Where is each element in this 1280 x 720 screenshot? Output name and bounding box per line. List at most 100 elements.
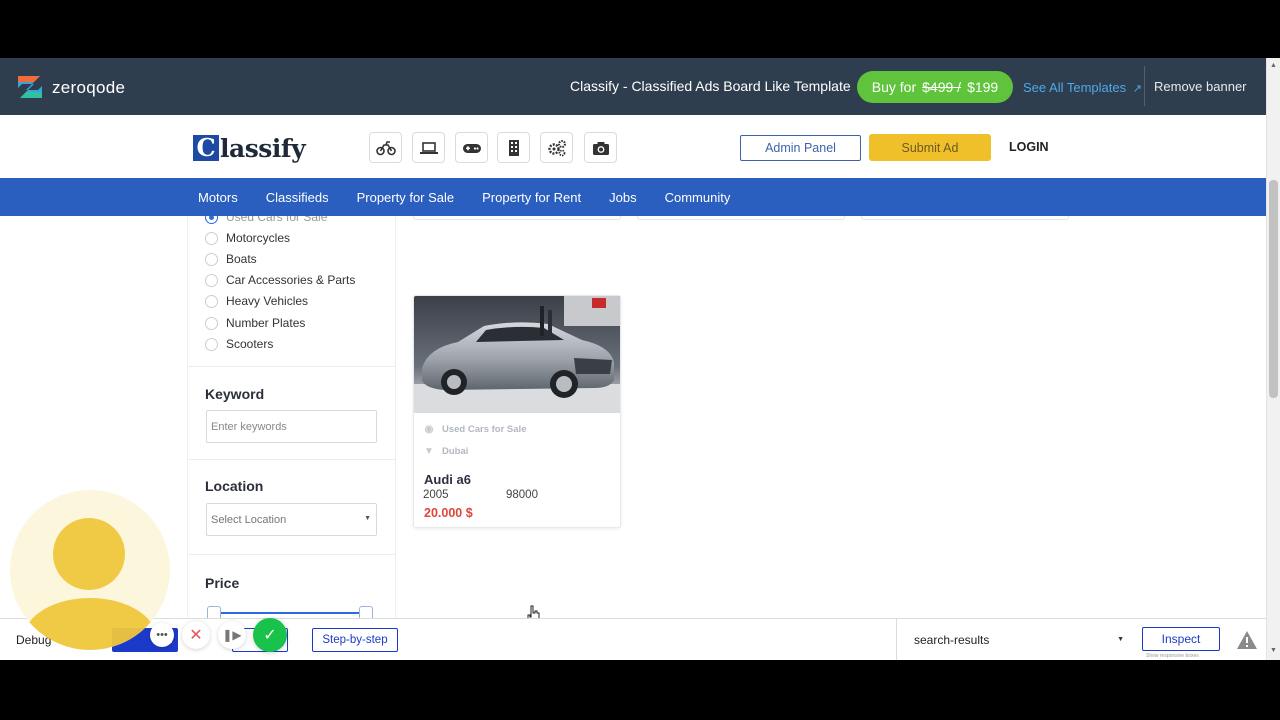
banner-divider xyxy=(1144,66,1145,106)
subcategory-label: Scooters xyxy=(226,337,274,351)
building-icon xyxy=(508,139,519,156)
nav-item-community[interactable]: Community xyxy=(665,190,731,205)
site-header: C lassify Admin Panel Submit Ad LOGIN xyxy=(0,115,1266,178)
nav-item-property-for-sale[interactable]: Property for Sale xyxy=(357,190,455,205)
dropdown-arrow-icon: ▼ xyxy=(1117,636,1124,643)
zeroqode-brand-text: zeroqode xyxy=(52,78,126,97)
location-select[interactable]: Select Location ▼ xyxy=(206,503,377,536)
nav-item-classifieds[interactable]: Classifieds xyxy=(266,190,329,205)
logo-text: lassify xyxy=(220,133,306,163)
subcategory-label: Heavy Vehicles xyxy=(226,294,309,308)
listing-title[interactable]: Audi a6 xyxy=(424,472,471,487)
price-range-track[interactable] xyxy=(214,612,366,614)
banner-title: Classify - Classified Ads Board Like Tem… xyxy=(570,78,851,94)
subcategory-label: Motorcycles xyxy=(226,231,291,245)
hand-cursor-icon xyxy=(527,605,540,618)
radio-icon[interactable] xyxy=(205,231,218,245)
scrollbar-thumb[interactable] xyxy=(1269,180,1278,398)
see-all-templates-link[interactable]: See All Templates ↗ xyxy=(1023,80,1142,95)
listing-location: ▼ Dubai xyxy=(424,446,468,457)
map-pin-icon: ▼ xyxy=(424,446,434,457)
step-by-step-button[interactable]: Step-by-step xyxy=(312,628,398,652)
nav-item-jobs[interactable]: Jobs xyxy=(609,190,636,205)
play-icon[interactable]: ❚▶ xyxy=(218,621,246,649)
submit-ad-button[interactable]: Submit Ad xyxy=(869,134,991,161)
radio-icon[interactable] xyxy=(205,316,218,330)
login-link[interactable]: LOGIN xyxy=(1009,140,1049,154)
subcategory-option[interactable]: Scooters xyxy=(205,336,273,352)
subcategory-option[interactable]: Used Cars for Sale xyxy=(205,216,327,225)
radio-icon[interactable] xyxy=(205,273,218,287)
listing-category-label: Used Cars for Sale xyxy=(442,424,527,435)
zeroqode-logo-icon xyxy=(18,76,42,98)
buy-template-button[interactable]: Buy for $499 / $199 xyxy=(857,71,1013,103)
inspect-button[interactable]: Inspect xyxy=(1142,627,1220,651)
category-services-button[interactable] xyxy=(540,132,573,163)
buy-new-price: $199 xyxy=(967,79,999,95)
category-property-button[interactable] xyxy=(497,132,530,163)
close-icon[interactable]: ✕ xyxy=(182,621,210,649)
category-dot-icon: ◉ xyxy=(424,424,434,435)
listing-category: ◉ Used Cars for Sale xyxy=(424,424,527,435)
laptop-icon xyxy=(419,141,438,154)
more-options-icon[interactable]: ••• xyxy=(150,623,174,647)
sidebar-divider xyxy=(188,366,395,367)
price-max-handle[interactable] xyxy=(359,606,373,618)
page-content: Used Cars for Sale Motorcycles Boats Car… xyxy=(0,216,1266,618)
listing-year: 2005 xyxy=(423,489,449,501)
checkmark-icon[interactable]: ✓ xyxy=(253,618,287,652)
car-photo xyxy=(414,296,620,413)
category-camera-button[interactable] xyxy=(584,132,617,163)
admin-panel-button[interactable]: Admin Panel xyxy=(740,135,861,161)
radio-icon[interactable] xyxy=(205,294,218,308)
listing-card-partial[interactable] xyxy=(413,216,621,220)
location-placeholder: Select Location xyxy=(211,513,287,526)
sidebar-divider xyxy=(188,459,395,460)
motorcycle-icon xyxy=(375,140,396,155)
warning-icon[interactable] xyxy=(1236,630,1258,650)
subcategory-option[interactable]: Car Accessories & Parts xyxy=(205,272,355,288)
dropdown-arrow-icon: ▼ xyxy=(364,515,371,522)
price-heading: Price xyxy=(205,575,240,591)
listing-card-partial[interactable] xyxy=(861,216,1069,220)
logo-letter: C xyxy=(193,135,219,161)
radio-icon[interactable] xyxy=(205,337,218,351)
debugger-divider xyxy=(896,619,897,660)
subcategory-label: Used Cars for Sale xyxy=(226,216,328,224)
classify-logo[interactable]: C lassify xyxy=(193,133,306,163)
subcategory-label: Boats xyxy=(226,252,257,266)
remove-banner-link[interactable]: Remove banner xyxy=(1154,79,1247,94)
subcategory-label: Car Accessories & Parts xyxy=(226,273,356,287)
radio-selected-icon[interactable] xyxy=(205,216,218,224)
external-link-icon: ↗ xyxy=(1132,83,1142,95)
scroll-down-arrow-icon[interactable]: ▼ xyxy=(1270,647,1277,654)
filter-sidebar: Used Cars for Sale Motorcycles Boats Car… xyxy=(187,216,396,618)
category-gaming-button[interactable] xyxy=(455,132,488,163)
scroll-up-arrow-icon[interactable]: ▲ xyxy=(1270,62,1277,69)
subcategory-option[interactable]: Number Plates xyxy=(205,315,305,331)
price-min-handle[interactable] xyxy=(207,606,221,618)
avatar-body xyxy=(24,598,156,650)
keyword-input[interactable] xyxy=(206,410,377,443)
camera-icon xyxy=(592,141,609,155)
category-electronics-button[interactable] xyxy=(412,132,445,163)
browser-viewport: zeroqode Classify - Classified Ads Board… xyxy=(0,58,1280,660)
subcategory-option[interactable]: Motorcycles xyxy=(205,230,290,246)
subcategory-label: Number Plates xyxy=(226,316,306,330)
buy-label: Buy for xyxy=(871,79,917,95)
nav-item-property-for-rent[interactable]: Property for Rent xyxy=(482,190,581,205)
buy-price-separator: / xyxy=(957,79,962,95)
nav-item-motors[interactable]: Motors xyxy=(198,190,238,205)
element-selector[interactable]: search-results ▼ xyxy=(906,628,1132,652)
subcategory-option[interactable]: Boats xyxy=(205,251,257,267)
listing-card-partial[interactable] xyxy=(637,216,845,220)
listing-card[interactable]: ◉ Used Cars for Sale ▼ Dubai Audi a6 200… xyxy=(413,295,621,528)
page-scrollbar[interactable]: ▲ ▼ xyxy=(1266,58,1280,660)
subcategory-option[interactable]: Heavy Vehicles xyxy=(205,293,308,309)
see-all-label: See All Templates xyxy=(1023,80,1127,95)
radio-icon[interactable] xyxy=(205,252,218,266)
buy-old-price-value: $499 xyxy=(922,79,954,95)
category-motorcycle-button[interactable] xyxy=(369,132,402,163)
promo-banner: zeroqode Classify - Classified Ads Board… xyxy=(0,58,1280,115)
inspect-hint: Show responsive boxes xyxy=(1146,653,1199,659)
